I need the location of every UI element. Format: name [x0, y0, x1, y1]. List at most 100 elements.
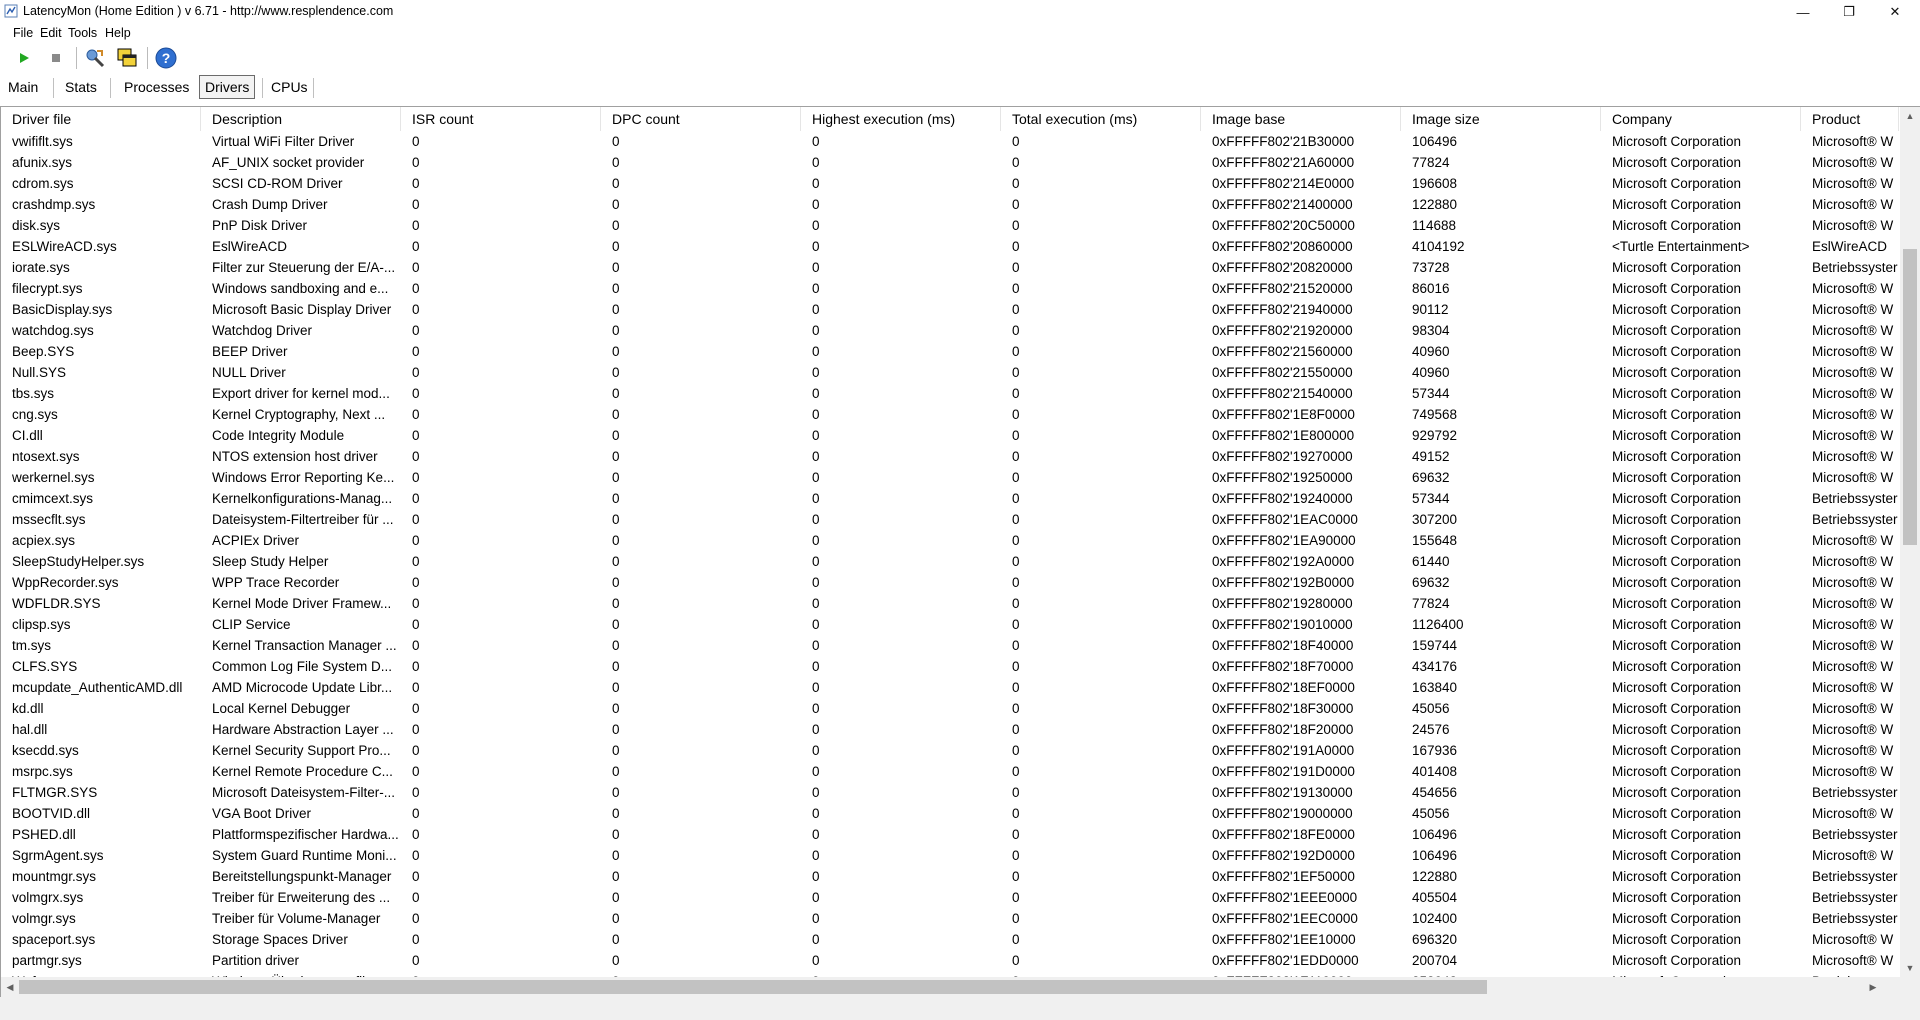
scrollbar-corner	[1900, 977, 1920, 997]
table-row[interactable]: disk.sys PnP Disk Driver 0 0 0 0 0xFFFFF802'20…	[1, 215, 1899, 236]
tab-main[interactable]: Main	[3, 76, 43, 98]
menu-edit[interactable]: Edit	[40, 26, 62, 40]
table-row[interactable]: mcupdate_AuthenticAMD.dll AMD Microcode U…	[1, 677, 1899, 698]
table-row[interactable]: WppRecorder.sys WPP Trace Recorder 0 0 0 0 0xF…	[1, 572, 1899, 593]
table-row[interactable]: hal.dll Hardware Abstraction Layer ... 0 0 0…	[1, 719, 1899, 740]
table-row[interactable]: watchdog.sys Watchdog Driver 0 0 0 0 0xFFFFF80…	[1, 320, 1899, 341]
windows-button[interactable]	[115, 46, 139, 70]
column-header-company[interactable]: Company	[1601, 107, 1801, 131]
table-row[interactable]: ntosext.sys NTOS extension host driver 0 0 0…	[1, 446, 1899, 467]
table-row[interactable]: ksecdd.sys Kernel Security Support Pro...…	[1, 740, 1899, 761]
cell-total-execution: 0	[1012, 260, 1020, 275]
menu-file[interactable]: File	[13, 26, 33, 40]
table-row[interactable]: volmgrx.sys Treiber für Erweiterung des .…	[1, 887, 1899, 908]
vertical-scrollbar[interactable]: ▲ ▼	[1900, 107, 1920, 977]
cell-highest-execution: 0	[812, 533, 820, 548]
column-header-description[interactable]: Description	[201, 107, 401, 131]
column-header-highest-execution[interactable]: Highest execution (ms)	[801, 107, 1001, 131]
minimize-button[interactable]: —	[1780, 0, 1826, 24]
table-row[interactable]: cdrom.sys SCSI CD-ROM Driver 0 0 0 0 0xFFFFF80…	[1, 173, 1899, 194]
table-row[interactable]: filecrypt.sys Windows sandboxing and e...…	[1, 278, 1899, 299]
table-row[interactable]: iorate.sys Filter zur Steuerung der E/A-.…	[1, 257, 1899, 278]
column-header-image-size[interactable]: Image size	[1401, 107, 1601, 131]
table-row[interactable]: werkernel.sys Windows Error Reporting Ke.…	[1, 467, 1899, 488]
table-row[interactable]: partmgr.sys Partition driver 0 0 0 0 0xFFFFF80…	[1, 950, 1899, 971]
table-row[interactable]: acpiex.sys ACPIEx Driver 0 0 0 0 0xFFFFF802'1E…	[1, 530, 1899, 551]
table-row[interactable]: FLTMGR.SYS Microsoft Dateisystem-Filter-.…	[1, 782, 1899, 803]
table-row[interactable]: msrpc.sys Kernel Remote Procedure C... 0 0 0…	[1, 761, 1899, 782]
table-row[interactable]: BOOTVID.dll VGA Boot Driver 0 0 0 0 0xFFFFF802…	[1, 803, 1899, 824]
cell-product: Betriebssyster	[1812, 827, 1898, 842]
cell-driver-file: WppRecorder.sys	[12, 575, 119, 590]
column-header-image-base[interactable]: Image base	[1201, 107, 1401, 131]
column-header-isr-count[interactable]: ISR count	[401, 107, 601, 131]
table-row[interactable]: cmimcext.sys Kernelkonfigurations-Manag..…	[1, 488, 1899, 509]
column-header-product[interactable]: Product	[1801, 107, 1899, 131]
scroll-up-arrow-icon[interactable]: ▲	[1900, 107, 1920, 125]
table-row[interactable]: mountmgr.sys Bereitstellungspunkt-Manager…	[1, 866, 1899, 887]
table-row[interactable]: crashdmp.sys Crash Dump Driver 0 0 0 0 0xFFFFF…	[1, 194, 1899, 215]
cell-highest-execution: 0	[812, 365, 820, 380]
cell-total-execution: 0	[1012, 638, 1020, 653]
help-button[interactable]: ?	[154, 46, 178, 70]
tab-drivers[interactable]: Drivers	[199, 75, 256, 99]
horizontal-scroll-thumb[interactable]	[19, 980, 1487, 994]
cell-total-execution: 0	[1012, 575, 1020, 590]
scroll-down-arrow-icon[interactable]: ▼	[1900, 959, 1920, 977]
table-row[interactable]: spaceport.sys Storage Spaces Driver 0 0 0 0 0x…	[1, 929, 1899, 950]
scroll-left-arrow-icon[interactable]: ◀	[1, 977, 19, 997]
maximize-button[interactable]: ❐	[1826, 0, 1872, 24]
menu-tools[interactable]: Tools	[68, 26, 97, 40]
table-row[interactable]: tbs.sys Export driver for kernel mod... 0 0…	[1, 383, 1899, 404]
close-button[interactable]: ✕	[1872, 0, 1918, 24]
cell-image-size: 98304	[1412, 323, 1450, 338]
cell-company: Microsoft Corporation	[1612, 407, 1742, 422]
tab-processes[interactable]: Processes	[119, 76, 194, 98]
cell-product: Microsoft® W	[1812, 449, 1894, 464]
cell-isr-count: 0	[412, 701, 420, 716]
table-row[interactable]: Beep.SYS BEEP Driver 0 0 0 0 0xFFFFF802'215600…	[1, 341, 1899, 362]
tools-button[interactable]	[83, 46, 107, 70]
column-header-dpc-count[interactable]: DPC count	[601, 107, 801, 131]
table-row[interactable]: ESLWireACD.sys EslWireACD 0 0 0 0 0xFFFFF802'2…	[1, 236, 1899, 257]
table-row[interactable]: CI.dll Code Integrity Module 0 0 0 0 0xFFFFF80…	[1, 425, 1899, 446]
table-row[interactable]: kd.dll Local Kernel Debugger 0 0 0 0 0xFFFFF80…	[1, 698, 1899, 719]
table-row[interactable]: afunix.sys AF_UNIX socket provider 0 0 0 0 0xF…	[1, 152, 1899, 173]
cell-total-execution: 0	[1012, 218, 1020, 233]
menu-bar: File Edit Tools Help	[0, 24, 1920, 42]
cell-company: Microsoft Corporation	[1612, 911, 1742, 926]
column-header-driver-file[interactable]: Driver file	[1, 107, 201, 131]
table-row[interactable]: vwififlt.sys Virtual WiFi Filter Driver 0 0…	[1, 131, 1899, 152]
cell-image-size: 114688	[1412, 218, 1457, 233]
menu-help[interactable]: Help	[105, 26, 131, 40]
column-header-total-execution[interactable]: Total execution (ms)	[1001, 107, 1201, 131]
table-row[interactable]: SleepStudyHelper.sys Sleep Study Helper 0 0…	[1, 551, 1899, 572]
toolbar: ?	[0, 42, 1920, 74]
stop-button[interactable]	[44, 46, 68, 70]
title-bar[interactable]: LatencyMon (Home Edition ) v 6.71 - http…	[0, 0, 1920, 24]
table-row[interactable]: WDFLDR.SYS Kernel Mode Driver Framew... 0 0…	[1, 593, 1899, 614]
table-row[interactable]: tm.sys Kernel Transaction Manager ... 0 0 0 0…	[1, 635, 1899, 656]
table-row[interactable]: clipsp.sys CLIP Service 0 0 0 0 0xFFFFF802'190…	[1, 614, 1899, 635]
cell-product: Microsoft® W	[1812, 218, 1894, 233]
cell-company: Microsoft Corporation	[1612, 491, 1742, 506]
table-row[interactable]: Null.SYS NULL Driver 0 0 0 0 0xFFFFF802'215500…	[1, 362, 1899, 383]
table-row[interactable]: BasicDisplay.sys Microsoft Basic Display …	[1, 299, 1899, 320]
cell-driver-file: FLTMGR.SYS	[12, 785, 98, 800]
tab-cpus[interactable]: CPUs	[266, 76, 313, 98]
cell-isr-count: 0	[412, 512, 420, 527]
start-button[interactable]	[12, 46, 36, 70]
table-row[interactable]: PSHED.dll Plattformspezifischer Hardwa...…	[1, 824, 1899, 845]
vertical-scroll-thumb[interactable]	[1903, 249, 1917, 545]
cell-product: Microsoft® W	[1812, 848, 1894, 863]
play-icon	[20, 53, 29, 63]
table-row[interactable]: CLFS.SYS Common Log File System D... 0 0 0 0 0…	[1, 656, 1899, 677]
table-row[interactable]: cng.sys Kernel Cryptography, Next ... 0 0 0 0…	[1, 404, 1899, 425]
drivers-table[interactable]: Driver file Description ISR count DPC count…	[0, 106, 1920, 998]
horizontal-scrollbar[interactable]: ◀ ▶	[1, 977, 1900, 997]
table-row[interactable]: mssecflt.sys Dateisystem-Filtertreiber fü…	[1, 509, 1899, 530]
tab-stats[interactable]: Stats	[60, 76, 102, 98]
scroll-right-arrow-icon[interactable]: ▶	[1864, 977, 1882, 997]
table-row[interactable]: volmgr.sys Treiber für Volume-Manager 0 0 0 0…	[1, 908, 1899, 929]
table-row[interactable]: SgrmAgent.sys System Guard Runtime Moni..…	[1, 845, 1899, 866]
